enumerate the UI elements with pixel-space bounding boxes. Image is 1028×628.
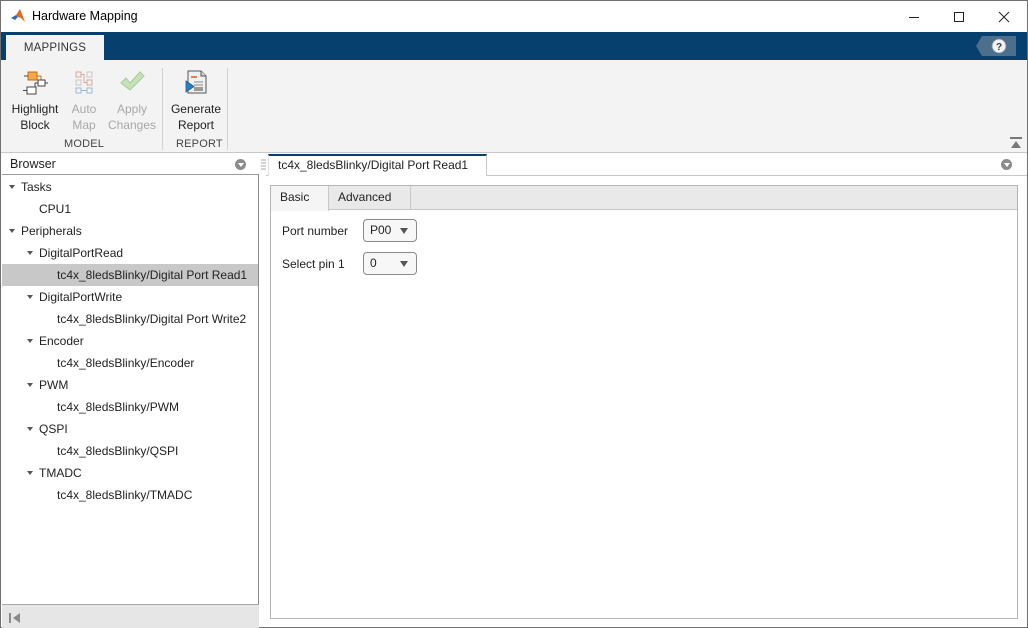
- highlight-block-button[interactable]: Highlight Block: [9, 68, 61, 133]
- maximize-icon: [954, 11, 964, 22]
- document-tab-bar: tc4x_8ledsBlinky/Digital Port Read1: [266, 154, 1027, 176]
- tree-item-digitalportwrite[interactable]: DigitalPortWrite: [2, 286, 258, 308]
- subtab-bar: Basic Advanced: [271, 186, 1017, 211]
- expand-arrow-icon[interactable]: [27, 427, 33, 431]
- tree-item-tmadc[interactable]: TMADC: [2, 462, 258, 484]
- generate-report-icon: [185, 70, 207, 94]
- port-number-dropdown[interactable]: P00: [363, 219, 417, 242]
- highlight-block-label-2: Block: [20, 118, 50, 132]
- browser-header: Browser: [2, 154, 259, 175]
- browser-footer: [2, 604, 259, 628]
- generate-report-label-1: Generate: [170, 102, 222, 116]
- tree-item-pwm-block[interactable]: tc4x_8ledsBlinky/PWM: [2, 396, 258, 418]
- apply-changes-button[interactable]: Apply Changes: [107, 68, 157, 133]
- auto-map-label-1: Auto: [71, 102, 97, 116]
- document-options-icon[interactable]: [1001, 159, 1012, 170]
- port-number-label: Port number: [282, 224, 349, 238]
- tree-item-tasks[interactable]: Tasks: [2, 176, 258, 198]
- tree-item-label: TMADC: [39, 466, 82, 480]
- highlight-block-label-1: Highlight: [11, 102, 59, 116]
- tree-item-label: tc4x_8ledsBlinky/Encoder: [57, 356, 195, 370]
- group-label-report: REPORT: [176, 138, 223, 150]
- tree-item-label: tc4x_8ledsBlinky/Digital Port Write2: [57, 312, 247, 326]
- tree-item-qspi-block[interactable]: tc4x_8ledsBlinky/QSPI: [2, 440, 258, 462]
- matlab-logo-icon: [11, 9, 25, 22]
- chevron-down-icon: [400, 261, 408, 267]
- tree-item-label: DigitalPortWrite: [39, 290, 123, 304]
- expand-arrow-icon[interactable]: [27, 471, 33, 475]
- svg-text:?: ?: [996, 42, 1002, 53]
- expand-arrow-icon[interactable]: [27, 251, 33, 255]
- collapse-toolstrip-icon[interactable]: [1009, 137, 1023, 149]
- chevron-down-icon: [400, 228, 408, 234]
- tree-item-label: PWM: [39, 378, 69, 392]
- expand-arrow-icon[interactable]: [27, 295, 33, 299]
- hardware-mapping-window: Hardware Mapping MAPPINGS ? Highlight Bl…: [0, 0, 1028, 628]
- tree-item-label: tc4x_8ledsBlinky/QSPI: [57, 444, 179, 458]
- tree-item-label: CPU1: [39, 202, 72, 216]
- port-number-value: P00: [370, 223, 392, 237]
- browser-title: Browser: [10, 157, 56, 171]
- tree-item-encoder-block[interactable]: tc4x_8ledsBlinky/Encoder: [2, 352, 258, 374]
- tree-item-qspi[interactable]: QSPI: [2, 418, 258, 440]
- tree-item-pwm[interactable]: PWM: [2, 374, 258, 396]
- tab-mappings[interactable]: MAPPINGS: [6, 35, 104, 60]
- tree-item-digital-port-write2[interactable]: tc4x_8ledsBlinky/Digital Port Write2: [2, 308, 258, 330]
- group-separator: [227, 68, 228, 150]
- select-pin-1-value: 0: [370, 256, 377, 270]
- tree-item-label: tc4x_8ledsBlinky/PWM: [57, 400, 180, 414]
- close-icon: [998, 11, 1010, 22]
- ribbon-tab-strip: MAPPINGS ?: [1, 32, 1027, 60]
- maximize-button[interactable]: [936, 1, 982, 32]
- expand-arrow-icon[interactable]: [27, 383, 33, 387]
- properties-panel: Basic Advanced Port number P00 Select pi…: [270, 185, 1018, 619]
- tree-item-label: tc4x_8ledsBlinky/TMADC: [57, 488, 193, 502]
- tree-item-label: Tasks: [21, 180, 52, 194]
- auto-map-button[interactable]: Auto Map: [65, 68, 103, 133]
- tab-advanced[interactable]: Advanced: [329, 186, 411, 210]
- tree-item-digitalportread[interactable]: DigitalPortRead: [2, 242, 258, 264]
- highlight-block-icon: [23, 71, 48, 95]
- minimize-button[interactable]: [891, 1, 937, 32]
- select-pin-1-dropdown[interactable]: 0: [363, 252, 417, 275]
- browser-options-icon[interactable]: [235, 159, 246, 170]
- expand-arrow-icon[interactable]: [9, 229, 15, 233]
- checkmark-icon: [120, 71, 145, 91]
- close-button[interactable]: [981, 1, 1027, 32]
- expand-arrow-icon[interactable]: [27, 339, 33, 343]
- tree-item-peripherals[interactable]: Peripherals: [2, 220, 258, 242]
- select-pin-1-label: Select pin 1: [282, 257, 345, 271]
- expand-arrow-icon[interactable]: [9, 185, 15, 189]
- auto-map-icon: [75, 71, 93, 94]
- tree-item-label: Encoder: [39, 334, 84, 348]
- window-title: Hardware Mapping: [32, 9, 138, 23]
- browser-panel: Browser Tasks CPU1 Peripherals DigitalPo…: [2, 154, 259, 628]
- group-label-model: MODEL: [64, 138, 105, 150]
- help-button[interactable]: ?: [976, 36, 1016, 56]
- tree-item-encoder[interactable]: Encoder: [2, 330, 258, 352]
- minimize-icon: [909, 16, 919, 18]
- tree-item-label: QSPI: [39, 422, 68, 436]
- generate-report-label-2: Report: [177, 118, 215, 132]
- browser-tree: Tasks CPU1 Peripherals DigitalPortRead t…: [2, 176, 258, 602]
- tree-item-label: DigitalPortRead: [39, 246, 124, 260]
- tree-item-tmadc-block[interactable]: tc4x_8ledsBlinky/TMADC: [2, 484, 258, 506]
- scroll-to-start-icon[interactable]: [9, 612, 21, 624]
- tree-item-digital-port-read1[interactable]: tc4x_8ledsBlinky/Digital Port Read1: [2, 264, 258, 286]
- apply-changes-label-1: Apply: [116, 102, 148, 116]
- tree-item-cpu1[interactable]: CPU1: [2, 198, 258, 220]
- group-separator: [162, 68, 163, 150]
- document-tab[interactable]: tc4x_8ledsBlinky/Digital Port Read1: [268, 154, 487, 176]
- tab-basic[interactable]: Basic: [271, 186, 329, 211]
- auto-map-label-2: Map: [72, 118, 96, 132]
- apply-changes-label-2: Changes: [107, 118, 157, 132]
- tree-item-label: Peripherals: [21, 224, 82, 238]
- generate-report-button[interactable]: Generate Report: [169, 68, 223, 133]
- toolstrip: Highlight Block Auto Map Apply Changes M…: [1, 60, 1027, 153]
- title-bar: Hardware Mapping: [1, 1, 1027, 32]
- tree-item-label: tc4x_8ledsBlinky/Digital Port Read1: [57, 268, 248, 282]
